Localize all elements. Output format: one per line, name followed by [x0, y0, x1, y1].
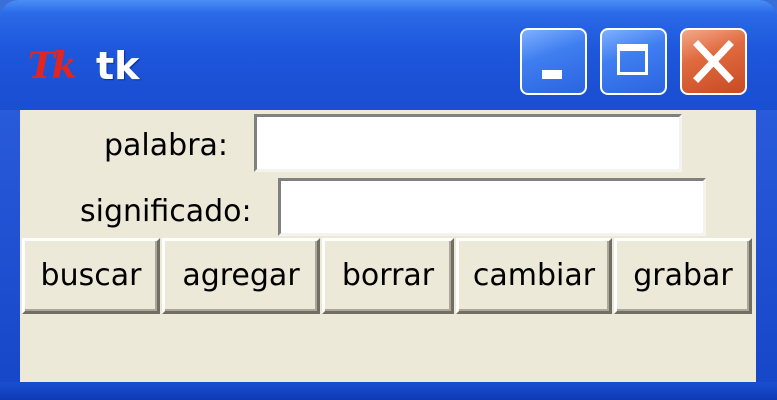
palabra-label: palabra: — [104, 128, 229, 163]
minimize-icon — [542, 70, 562, 79]
maximize-icon — [617, 44, 648, 75]
tk-logo-icon: Tk — [28, 45, 77, 87]
window-title: tk — [96, 44, 140, 88]
maximize-button[interactable] — [600, 28, 667, 95]
close-button[interactable] — [680, 28, 747, 95]
title-bar[interactable]: Tk tk — [0, 0, 777, 110]
palabra-input[interactable] — [254, 114, 682, 172]
close-icon — [693, 40, 734, 83]
cambiar-button[interactable]: cambiar — [456, 238, 612, 314]
client-area: palabra: significado: buscar agregar bor… — [20, 110, 756, 382]
agregar-button[interactable]: agregar — [162, 238, 320, 314]
significado-input[interactable] — [278, 178, 706, 236]
app-window: Tk tk palabra: significado: buscar agreg… — [0, 0, 777, 400]
window-bottom-border — [0, 382, 777, 400]
significado-label: significado: — [80, 194, 252, 229]
borrar-button[interactable]: borrar — [322, 238, 454, 314]
buscar-button[interactable]: buscar — [22, 238, 160, 314]
minimize-button[interactable] — [520, 28, 587, 95]
grabar-button[interactable]: grabar — [614, 238, 752, 314]
